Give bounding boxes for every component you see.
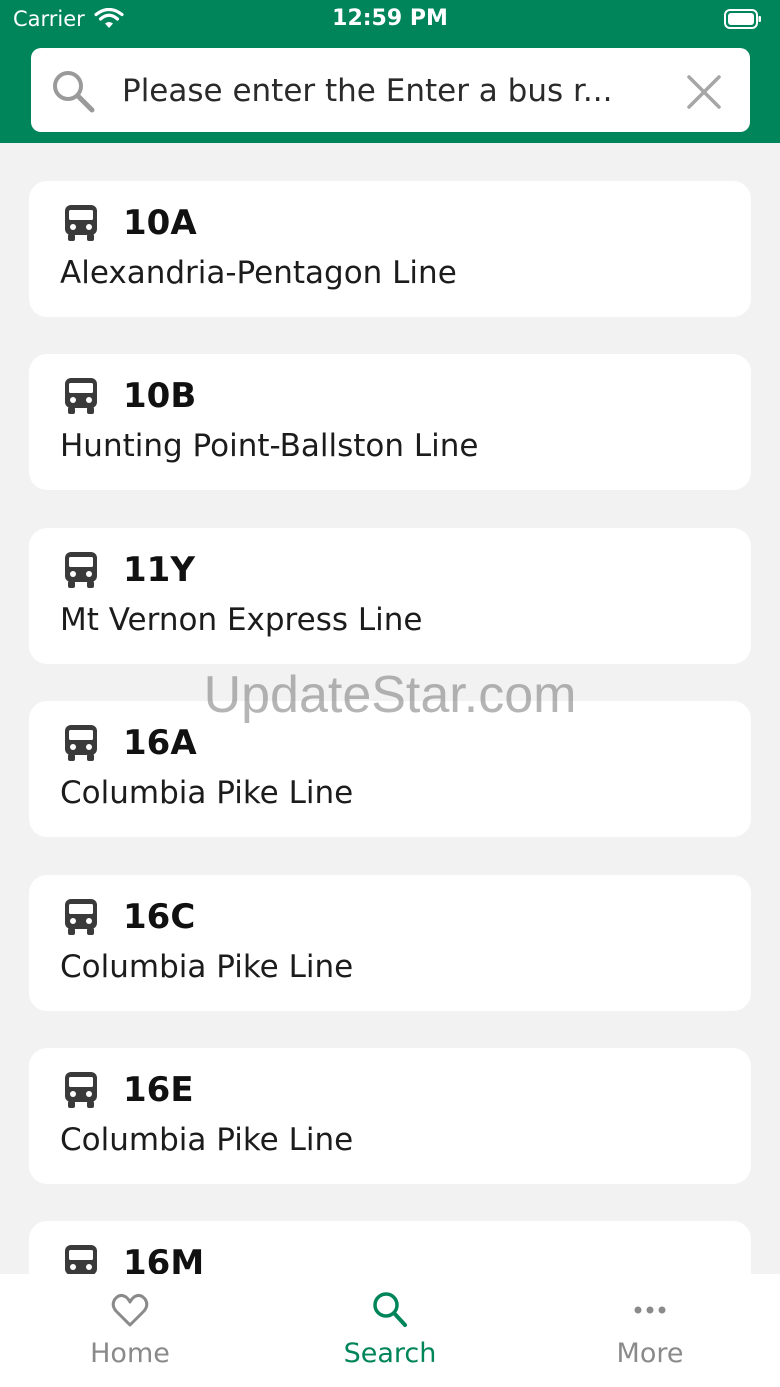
route-number: 10B (123, 376, 197, 416)
status-time: 12:59 PM (332, 6, 448, 31)
route-card[interactable]: 10B Hunting Point-Ballston Line (29, 354, 751, 490)
search-input[interactable]: Please enter the Enter a bus r... (122, 73, 662, 109)
tab-home-label: Home (90, 1338, 170, 1369)
tab-more[interactable]: More (520, 1274, 780, 1387)
search-icon (53, 71, 95, 113)
tab-search[interactable]: Search (260, 1274, 520, 1387)
route-card[interactable]: 16M (29, 1221, 751, 1274)
route-number: 16C (123, 897, 196, 937)
watermark: UpdateStar.com (203, 666, 577, 724)
heart-icon (111, 1293, 149, 1327)
clear-search-icon[interactable] (685, 73, 723, 111)
route-card[interactable]: 10A Alexandria-Pentagon Line (29, 181, 751, 317)
tab-bar: Home Search More (0, 1274, 780, 1387)
search-icon (373, 1292, 407, 1327)
route-card[interactable]: 16E Columbia Pike Line (29, 1048, 751, 1184)
route-number: 16E (123, 1070, 194, 1110)
bus-icon (65, 899, 97, 935)
tab-search-label: Search (343, 1338, 437, 1369)
more-icon (634, 1306, 666, 1314)
bus-icon (65, 552, 97, 588)
route-number: 16M (123, 1243, 205, 1274)
bus-icon (65, 205, 97, 241)
tab-home[interactable]: Home (0, 1274, 260, 1387)
route-name: Hunting Point-Ballston Line (60, 428, 479, 464)
route-number: 16A (123, 723, 197, 763)
route-card[interactable]: 16C Columbia Pike Line (29, 875, 751, 1011)
bus-icon (65, 378, 97, 414)
route-name: Columbia Pike Line (60, 949, 354, 985)
route-name: Mt Vernon Express Line (60, 602, 423, 638)
status-bar: Carrier 12:59 PM (0, 0, 780, 40)
bus-icon (65, 725, 97, 761)
route-card[interactable]: 11Y Mt Vernon Express Line (29, 528, 751, 664)
route-number: 11Y (123, 550, 195, 590)
app-header: Carrier 12:59 PM Please enter the Enter … (0, 0, 780, 143)
route-name: Columbia Pike Line (60, 1122, 354, 1158)
bus-icon (65, 1072, 97, 1108)
bus-icon (65, 1245, 97, 1274)
route-name: Columbia Pike Line (60, 775, 354, 811)
tab-more-label: More (616, 1338, 684, 1369)
route-name: Alexandria-Pentagon Line (60, 255, 457, 291)
route-number: 10A (123, 203, 197, 243)
battery-icon (724, 9, 761, 29)
